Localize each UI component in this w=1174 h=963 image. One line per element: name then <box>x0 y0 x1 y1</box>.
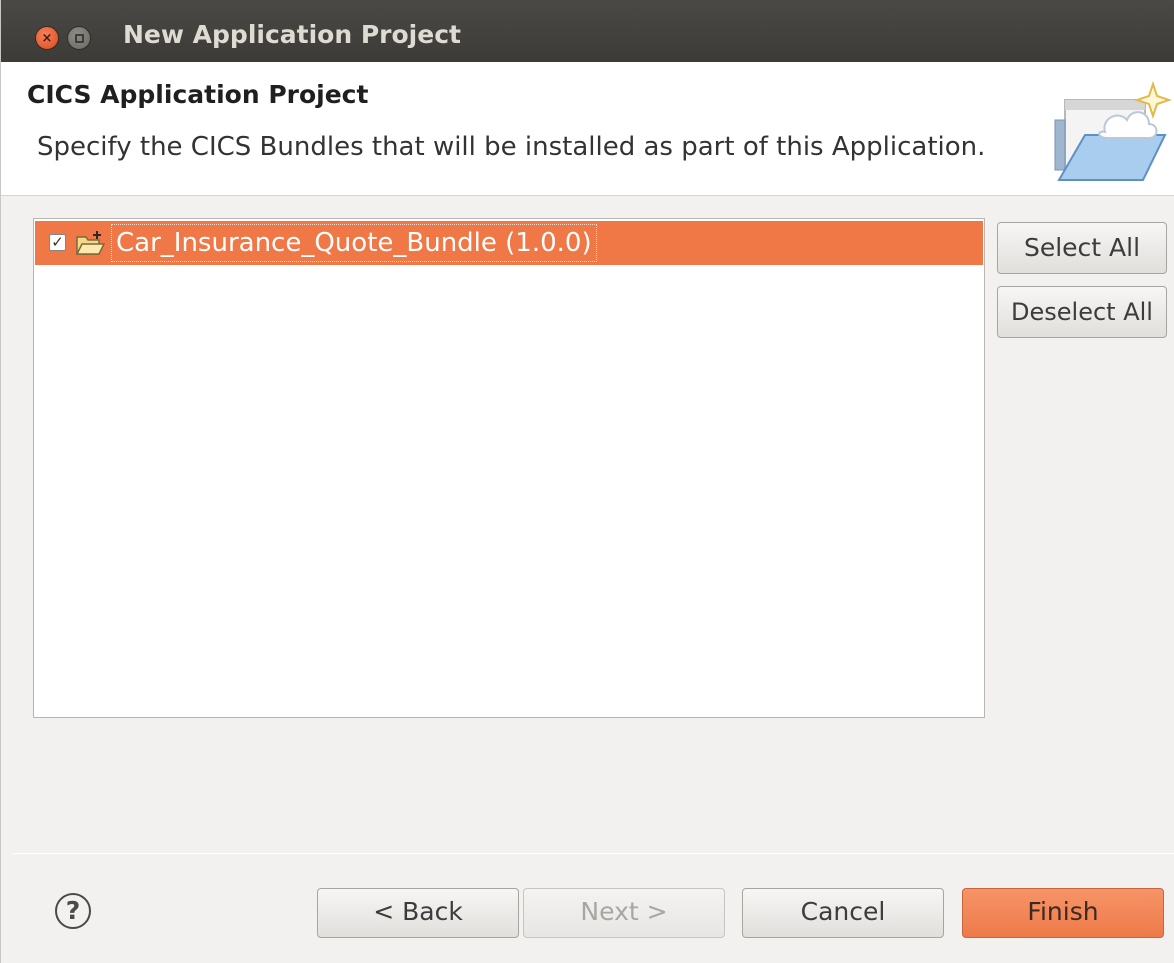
minimize-icon[interactable] <box>67 26 91 50</box>
bundle-list[interactable]: ✓ Car_Insurance_Quote_Bundle (1.0.0) <box>33 218 985 718</box>
close-icon[interactable]: × <box>35 26 59 50</box>
title-bar[interactable]: × New Application Project <box>1 0 1174 62</box>
help-icon[interactable]: ? <box>55 893 91 929</box>
wizard-banner-icon <box>1054 80 1171 181</box>
page-description: Specify the CICS Bundles that will be in… <box>37 132 986 162</box>
page-title: CICS Application Project <box>27 80 369 109</box>
footer-divider <box>13 853 1174 854</box>
bundle-label[interactable]: Car_Insurance_Quote_Bundle (1.0.0) <box>111 224 597 262</box>
finish-button[interactable]: Finish <box>962 888 1164 938</box>
dialog-window: × New Application Project CICS Applicati… <box>0 0 1174 963</box>
deselect-all-button[interactable]: Deselect All <box>997 286 1167 338</box>
window-title: New Application Project <box>123 20 461 49</box>
bundle-folder-icon <box>75 231 105 255</box>
cancel-button[interactable]: Cancel <box>742 888 944 938</box>
back-button[interactable]: < Back <box>317 888 519 938</box>
list-item[interactable]: ✓ Car_Insurance_Quote_Bundle (1.0.0) <box>35 221 983 265</box>
select-all-button[interactable]: Select All <box>997 222 1167 274</box>
bundle-checkbox[interactable]: ✓ <box>49 234 66 251</box>
next-button[interactable]: Next > <box>523 888 725 938</box>
